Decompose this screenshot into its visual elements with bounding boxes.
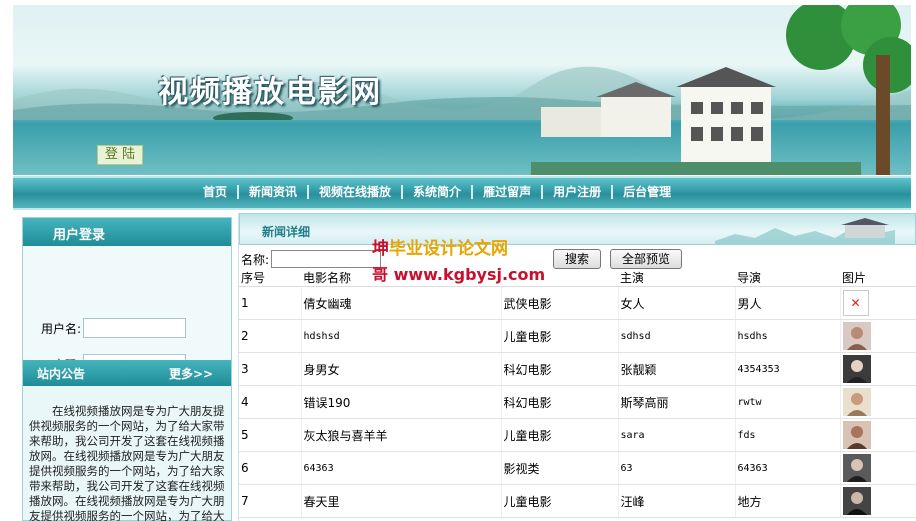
tree-illustration: [786, 5, 911, 175]
cell-id: 7: [239, 484, 302, 518]
cell-director: fds: [735, 418, 841, 452]
notice-text: 在线视频播放网是专为广大朋友提供视频服务的一个网站，为了给大家带来帮助，我公司开…: [29, 404, 225, 521]
table-row[interactable]: 3 身男女 科幻电影 张靓颖 4354353: [239, 352, 916, 386]
movie-poster-thumbnail[interactable]: [842, 454, 871, 482]
cell-star: 汪峰: [618, 484, 736, 518]
notice-more-link[interactable]: 更多>>: [169, 365, 213, 382]
table-header-row: 序号 电影名称 主演 导演 图片: [239, 269, 916, 287]
username-input[interactable]: [83, 318, 186, 338]
login-panel-title: 用户登录: [53, 228, 106, 243]
cell-director: hsdhs: [735, 319, 841, 353]
notice-panel-header: 站内公告 更多>>: [23, 360, 231, 386]
news-panel: 新闻详细 名称: 搜索 全部预览 序号 电影名称 主演 导演 图片 1 倩女幽魂…: [238, 213, 916, 521]
cell-star: 斯琴高丽: [618, 385, 736, 419]
cell-id: 6: [239, 451, 302, 485]
cell-director: 地方: [735, 484, 841, 518]
cell-director: 4354353: [735, 352, 841, 386]
cell-id: 3: [239, 352, 302, 386]
cell-image[interactable]: [840, 385, 916, 419]
notice-panel-title: 站内公告: [37, 367, 86, 381]
cell-category: 影视类: [501, 451, 619, 485]
cell-star: 63: [618, 451, 736, 485]
cell-image[interactable]: ✕: [840, 286, 916, 320]
search-bar: 名称: 搜索 全部预览: [239, 249, 916, 269]
column-header-category: [501, 269, 618, 287]
broken-image-icon[interactable]: ✕: [842, 290, 869, 316]
cell-name[interactable]: 灰太狼与喜羊羊: [301, 418, 502, 452]
site-title: 视频播放电影网: [158, 75, 382, 110]
cell-category: 武侠电影: [501, 286, 619, 320]
cell-name[interactable]: 64363: [301, 451, 502, 485]
cell-category: 儿童电影: [501, 418, 619, 452]
table-row[interactable]: 2 hdshsd 儿童电影 sdhsd hsdhs: [239, 319, 916, 353]
cell-category: 科幻电影: [501, 385, 619, 419]
search-button[interactable]: 搜索: [553, 249, 601, 269]
column-header-name: 电影名称: [301, 269, 501, 287]
login-form: 用户名: 密码:: [23, 246, 231, 374]
cell-category: 儿童电影: [501, 319, 619, 353]
login-button[interactable]: 登 陆: [97, 145, 143, 165]
movie-poster-thumbnail[interactable]: [842, 388, 871, 416]
cell-image[interactable]: [840, 484, 916, 518]
nav-item-home[interactable]: 首页: [193, 185, 240, 199]
nav-item-guestbook[interactable]: 雁过留声: [473, 185, 544, 199]
table-row[interactable]: 1 倩女幽魂 武侠电影 女人 男人 ✕: [239, 286, 916, 320]
nav-item-news[interactable]: 新闻资讯: [239, 185, 310, 199]
nav-item-admin[interactable]: 后台管理: [613, 185, 681, 199]
cell-star: sdhsd: [618, 319, 736, 353]
table-row[interactable]: 6 64363 影视类 63 64363: [239, 451, 916, 485]
nav-item-register[interactable]: 用户注册: [543, 185, 614, 199]
cell-star: sara: [618, 418, 736, 452]
movie-poster-thumbnail[interactable]: [842, 487, 871, 515]
cell-name[interactable]: 春天里: [301, 484, 502, 518]
cell-name[interactable]: 身男女: [301, 352, 502, 386]
movie-poster-thumbnail[interactable]: [842, 355, 871, 383]
nav-item-about[interactable]: 系统简介: [403, 185, 474, 199]
show-all-button[interactable]: 全部预览: [610, 249, 682, 269]
cell-name[interactable]: 错误190: [301, 385, 502, 419]
cell-id: 5: [239, 418, 302, 452]
cell-category: 儿童电影: [501, 484, 619, 518]
cell-image[interactable]: [840, 418, 916, 452]
main-nav: 首页 新闻资讯 视频在线播放 系统简介 雁过留声 用户注册 后台管理: [13, 176, 911, 210]
cell-image[interactable]: [840, 451, 916, 485]
cell-id: 1: [239, 286, 302, 320]
cell-director: rwtw: [735, 385, 841, 419]
cell-image[interactable]: [840, 352, 916, 386]
username-label: 用户名:: [40, 321, 81, 336]
movie-poster-thumbnail[interactable]: [842, 322, 871, 350]
header-decoration: [715, 218, 895, 244]
search-input[interactable]: [271, 250, 382, 268]
cell-id: 4: [239, 385, 302, 419]
login-panel-header: 用户登录: [23, 218, 231, 246]
cell-star: 女人: [618, 286, 736, 320]
left-sidebar: 用户登录 用户名: 密码: 站内公告 更多>> 在线视频播放网是专为广大朋友提供…: [22, 217, 232, 521]
cell-director: 64363: [735, 451, 841, 485]
nav-item-video-online[interactable]: 视频在线播放: [309, 185, 404, 199]
table-row[interactable]: 4 错误190 科幻电影 斯琴高丽 rwtw: [239, 385, 916, 419]
username-row: 用户名:: [23, 318, 186, 338]
movie-table: 序号 电影名称 主演 导演 图片 1 倩女幽魂 武侠电影 女人 男人 ✕ 2 h…: [239, 269, 916, 518]
cell-id: 2: [239, 319, 302, 353]
site-banner: 视频播放电影网: [13, 5, 911, 175]
column-header-star: 主演: [618, 269, 735, 287]
search-label: 名称:: [241, 252, 270, 267]
cell-name[interactable]: hdshsd: [301, 319, 502, 353]
column-header-director: 导演: [735, 269, 840, 287]
cell-name[interactable]: 倩女幽魂: [301, 286, 502, 320]
table-row[interactable]: 7 春天里 儿童电影 汪峰 地方: [239, 484, 916, 518]
movie-poster-thumbnail[interactable]: [842, 421, 871, 449]
table-row[interactable]: 5 灰太狼与喜羊羊 儿童电影 sara fds: [239, 418, 916, 452]
news-panel-header: 新闻详细: [239, 213, 916, 245]
column-header-id: 序号: [239, 269, 301, 287]
news-panel-title: 新闻详细: [262, 225, 311, 239]
cell-star: 张靓颖: [618, 352, 736, 386]
cell-director: 男人: [735, 286, 841, 320]
cell-image[interactable]: [840, 319, 916, 353]
column-header-image: 图片: [840, 269, 916, 287]
cell-category: 科幻电影: [501, 352, 619, 386]
